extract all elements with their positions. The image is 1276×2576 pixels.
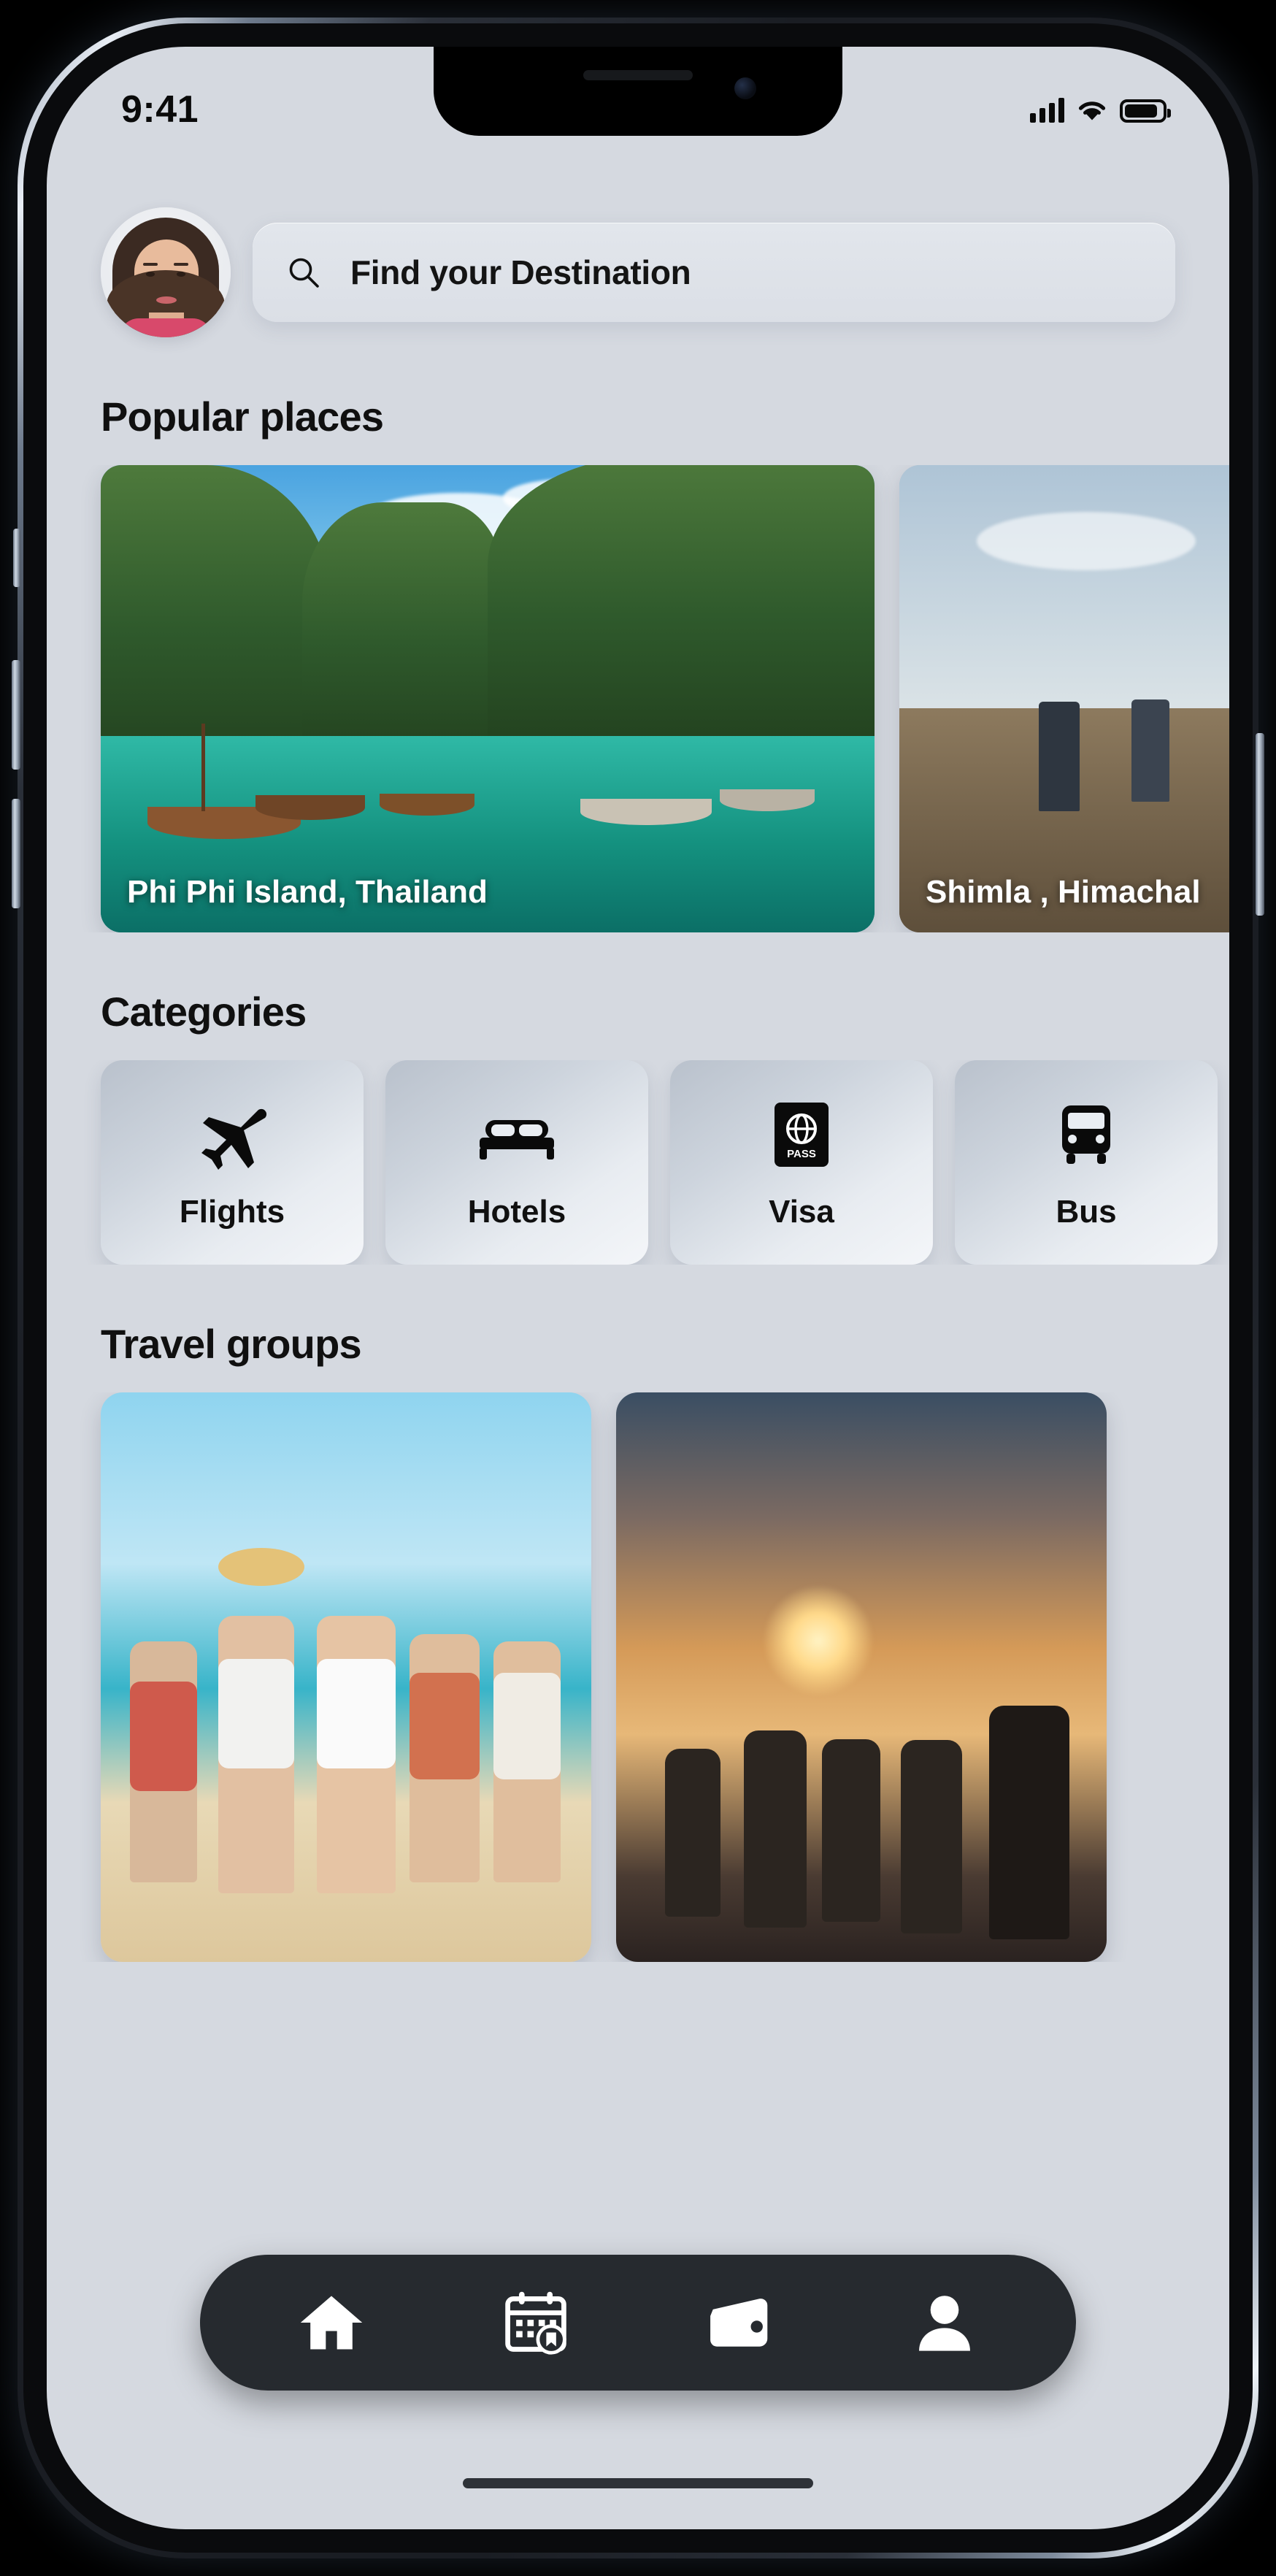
travel-group-card[interactable]	[101, 1392, 591, 1962]
category-hotels[interactable]: Hotels	[385, 1060, 648, 1265]
categories-row[interactable]: Flights Hotels PASS Visa Bus	[47, 1060, 1229, 1265]
category-flights[interactable]: Flights	[101, 1060, 364, 1265]
nav-item-bookings[interactable]	[492, 2279, 580, 2366]
category-label: Visa	[769, 1194, 834, 1230]
home-icon	[300, 2296, 363, 2350]
popular-places-carousel[interactable]: Phi Phi Island, Thailand Shimla , Himach…	[47, 465, 1229, 932]
volume-down-button[interactable]	[12, 799, 20, 908]
power-button[interactable]	[1256, 733, 1264, 916]
silent-switch[interactable]	[13, 529, 20, 587]
search-placeholder: Find your Destination	[350, 253, 691, 291]
battery-icon	[1120, 99, 1171, 123]
popular-places-title: Popular places	[101, 394, 384, 440]
header: Find your Destination	[47, 156, 1229, 337]
status-indicators	[1030, 98, 1171, 123]
category-label: Bus	[1056, 1194, 1117, 1230]
travel-group-card[interactable]	[616, 1392, 1107, 1962]
bottom-navigation[interactable]	[200, 2255, 1076, 2391]
search-icon	[286, 255, 321, 290]
travel-groups-title: Travel groups	[101, 1321, 362, 1367]
place-card[interactable]: Shimla , Himachal	[899, 465, 1229, 932]
wifi-icon	[1076, 98, 1108, 123]
bed-icon	[477, 1095, 557, 1175]
volume-up-button[interactable]	[12, 660, 20, 770]
passport-icon: PASS	[769, 1095, 834, 1175]
wallet-icon	[710, 2299, 768, 2347]
group-image-beach	[101, 1392, 591, 1962]
category-bus[interactable]: Bus	[955, 1060, 1218, 1265]
bus-icon	[1053, 1095, 1119, 1175]
category-label: Hotels	[467, 1194, 566, 1230]
phone-frame: 9:41 Find your Destination Popular place…	[12, 18, 1264, 2558]
place-label: Phi Phi Island, Thailand	[127, 874, 488, 910]
place-card[interactable]: Phi Phi Island, Thailand	[101, 465, 875, 932]
cellular-signal-icon	[1030, 98, 1064, 123]
status-bar: 9:41	[47, 47, 1229, 156]
nav-item-home[interactable]	[288, 2279, 375, 2366]
home-indicator	[463, 2478, 813, 2488]
search-input[interactable]: Find your Destination	[253, 223, 1175, 322]
category-visa[interactable]: PASS Visa	[670, 1060, 933, 1265]
phone-screen: 9:41 Find your Destination Popular place…	[47, 47, 1229, 2529]
passport-badge-text: PASS	[787, 1148, 816, 1160]
avatar[interactable]	[101, 207, 231, 337]
group-image-sunrise	[616, 1392, 1107, 1962]
place-image-shimla	[899, 465, 1229, 932]
app-content: Find your Destination Popular places Phi…	[47, 156, 1229, 1991]
person-icon	[919, 2296, 970, 2351]
nav-item-profile[interactable]	[901, 2279, 988, 2366]
nav-item-wallet[interactable]	[696, 2279, 784, 2366]
categories-title: Categories	[101, 989, 307, 1035]
travel-groups-row[interactable]	[47, 1392, 1229, 1962]
screenshot-stage: 9:41 Find your Destination Popular place…	[0, 0, 1276, 2576]
place-image-phi-phi	[101, 465, 875, 932]
status-time: 9:41	[121, 88, 199, 131]
calendar-bookmark-icon	[505, 2291, 566, 2355]
place-label: Shimla , Himachal	[926, 874, 1201, 910]
airplane-icon	[196, 1095, 269, 1175]
category-label: Flights	[179, 1194, 285, 1230]
